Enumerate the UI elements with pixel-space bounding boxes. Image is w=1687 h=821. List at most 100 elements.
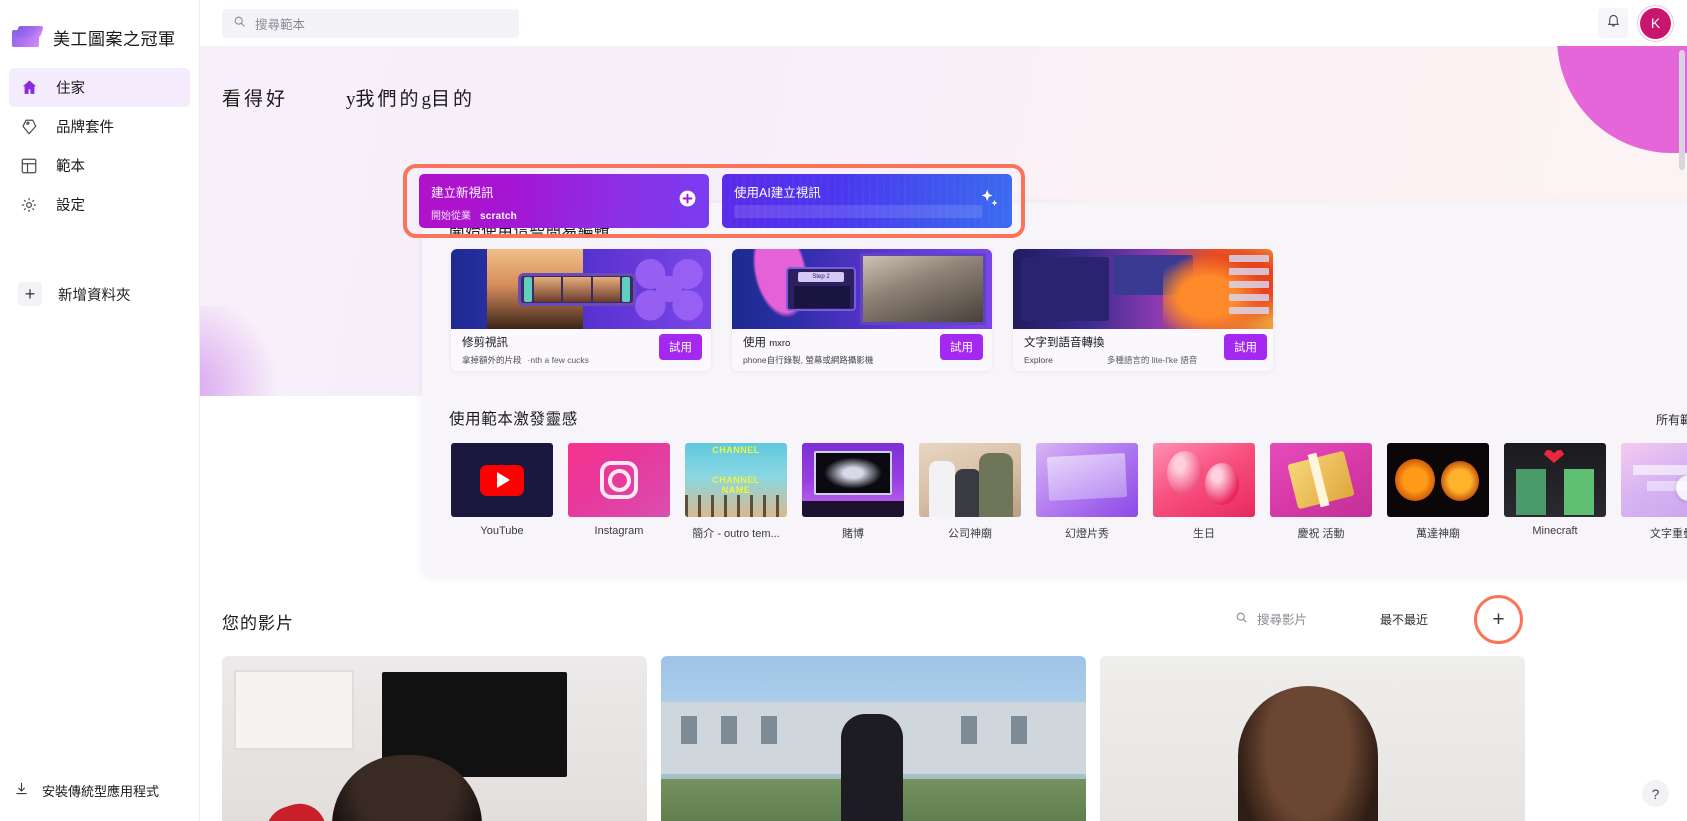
cta-subtitle: 開始從業 scratch [431, 207, 697, 222]
main-area: 搜尋範本 K 看得好 y 我 [200, 0, 1687, 821]
sparkle-icon [978, 188, 1000, 215]
template-item-minecraft[interactable]: Minecraft [1504, 443, 1606, 541]
gift-thumb [1270, 443, 1372, 517]
template-item-birthday[interactable]: 生日 [1153, 443, 1255, 541]
sidebar-spacer [9, 224, 190, 274]
template-item-gaming[interactable]: 賭博 [802, 443, 904, 541]
see-all-templates-link[interactable]: 所有範本 [1656, 411, 1687, 428]
brand-kit-icon [18, 116, 40, 138]
page-title-mid: 我們的 [356, 84, 422, 111]
install-desktop-app-button[interactable]: 安裝傳統型應用程式 [0, 759, 200, 821]
notifications-button[interactable] [1598, 8, 1628, 38]
easy-edit-subtitle-a: phone自行錄製, 螢幕或網路攝影機 [743, 354, 873, 366]
app-logo-icon [12, 25, 42, 49]
help-label: ? [1652, 786, 1660, 802]
youtube-thumb [451, 443, 553, 517]
sidebar-item-templates[interactable]: 範本 [9, 146, 190, 185]
sort-dropdown[interactable]: 最不最近 ▼ [1380, 606, 1470, 632]
help-icon[interactable]: ? [1642, 780, 1669, 807]
search-videos-placeholder: 搜尋影片 [1257, 609, 1307, 628]
template-label: 公司神廟 [919, 525, 1021, 541]
search-template-placeholder: 搜尋範本 [255, 14, 305, 33]
cta-subtitle-cjk: 開始從業 [431, 207, 471, 222]
top-bar: 搜尋範本 K [200, 0, 1687, 46]
page-title-part1: 看得好 [222, 84, 288, 111]
page-title-g: g [422, 89, 432, 111]
micro-record-thumb: Step 2 [732, 249, 992, 329]
template-label: 萬達神廟 [1387, 525, 1489, 541]
add-folder-button[interactable]: + 新增資料夾 [9, 274, 190, 314]
easy-edit-card-body: 使用 mxro phone自行錄製, 螢幕或網路攝影機 試用 [732, 329, 992, 371]
avatar-initial: K [1651, 15, 1660, 31]
template-gallery: YouTube Instagram CHANNELCHANNELNAME 簡介 … [451, 443, 1687, 541]
channel-name-thumb: CHANNELCHANNELNAME [685, 443, 787, 517]
easy-edit-card-record[interactable]: Step 2 使用 mxro phone自行錄製, 螢幕或網路攝影機 試用 [732, 249, 992, 371]
easy-edit-card-trim[interactable]: 修剪視訊 拿掉額外的片段 ·nth a few cucks 試用 [451, 249, 711, 371]
sidebar-item-home[interactable]: 住家 [9, 68, 190, 107]
brand[interactable]: 美工圖案之冠軍 [0, 0, 199, 56]
template-label: 文字重疊 [1621, 525, 1687, 541]
brand-title: 美工圖案之冠軍 [53, 25, 176, 50]
company-people-thumb [919, 443, 1021, 517]
easy-edit-subtitle-a: 拿掉額外的片段 [462, 354, 522, 366]
template-item-company[interactable]: 公司神廟 [919, 443, 1021, 541]
create-new-video-button[interactable]: 建立新視訊 開始從業 scratch [419, 174, 709, 228]
vertical-scrollbar[interactable] [1679, 50, 1685, 170]
cta-title: 建立新視訊 [431, 182, 697, 201]
template-label: 生日 [1153, 525, 1255, 541]
template-item-instagram[interactable]: Instagram [568, 443, 670, 541]
template-label: Minecraft [1504, 525, 1606, 537]
try-button[interactable]: 試用 [1224, 334, 1267, 360]
slideshow-thumb [1036, 443, 1138, 517]
search-icon [233, 15, 246, 31]
video-card[interactable] [222, 656, 647, 821]
template-item-slideshow[interactable]: 幻燈片秀 [1036, 443, 1138, 541]
search-template-input[interactable]: 搜尋範本 [222, 9, 519, 38]
plus-icon: + [1492, 608, 1504, 632]
template-item-youtube[interactable]: YouTube [451, 443, 553, 541]
template-item-halloween[interactable]: 萬達神廟 [1387, 443, 1489, 541]
try-button[interactable]: 試用 [659, 334, 702, 360]
text-to-speech-thumb [1013, 249, 1273, 329]
video-card[interactable] [661, 656, 1086, 821]
template-item-intro-outro[interactable]: CHANNELCHANNELNAME 簡介 - outro tem... [685, 443, 787, 541]
template-label: 賭博 [802, 525, 904, 541]
easy-edit-card-tts[interactable]: 文字到語音轉換 Explore 多種語言的 lite-l'ke 語音 試用 [1013, 249, 1273, 371]
easy-edit-heading-cjk: 使用 [743, 337, 766, 349]
search-icon [1235, 611, 1248, 627]
template-item-celebration[interactable]: 慶祝 活動 [1270, 443, 1372, 541]
easy-edit-heading-latin: mxro [769, 338, 790, 349]
easy-edits-panel: 開始使用這些簡易編輯 修剪視訊 拿掉額外的片段 ·nth a few cucks [422, 203, 1687, 576]
template-label: 慶祝 活動 [1270, 525, 1372, 541]
easy-edit-subtitle-b: 多種語言的 lite-l'ke 語音 [1107, 354, 1197, 366]
cta-subtitle-latin: scratch [480, 211, 517, 222]
cta-row: 建立新視訊 開始從業 scratch 使用AI建立視訊 [419, 174, 1012, 228]
instagram-thumb [568, 443, 670, 517]
template-label: YouTube [451, 525, 553, 537]
sidebar-item-settings[interactable]: 設定 [9, 185, 190, 224]
gaming-pc-thumb [802, 443, 904, 517]
template-label: 簡介 - outro tem... [685, 525, 787, 541]
page-title-part3: 目的 [431, 84, 475, 111]
bell-icon [1606, 13, 1621, 33]
content-scroll: 看得好 y 我們的 g 目的 建立新視訊 開始從業 scratch [200, 46, 1687, 821]
easy-edit-card-body: 修剪視訊 拿掉額外的片段 ·nth a few cucks 試用 [451, 329, 711, 371]
template-label: Instagram [568, 525, 670, 537]
easy-edit-subtitle-b: ·nth a few cucks [528, 355, 589, 365]
halloween-thumb [1387, 443, 1489, 517]
easy-edit-cards: 修剪視訊 拿掉額外的片段 ·nth a few cucks 試用 Step 2 [451, 249, 1273, 371]
search-videos-input[interactable]: 搜尋影片 [1235, 609, 1307, 628]
try-button[interactable]: 試用 [940, 334, 983, 360]
trim-video-thumb [451, 249, 711, 329]
add-folder-label: 新增資料夾 [58, 284, 131, 305]
top-bar-right: K [1598, 8, 1671, 39]
add-video-button[interactable]: + [1481, 602, 1516, 637]
video-card[interactable] [1100, 656, 1525, 821]
create-video-with-ai-button[interactable]: 使用AI建立視訊 [722, 174, 1012, 228]
sidebar-item-brand-kit[interactable]: 品牌套件 [9, 107, 190, 146]
your-videos-title: 您的影片 [222, 609, 294, 634]
videos-list [222, 656, 1525, 821]
page-title: 看得好 y 我們的 g 目的 [222, 84, 475, 111]
plus-circle-icon [678, 189, 697, 213]
avatar[interactable]: K [1640, 8, 1671, 39]
